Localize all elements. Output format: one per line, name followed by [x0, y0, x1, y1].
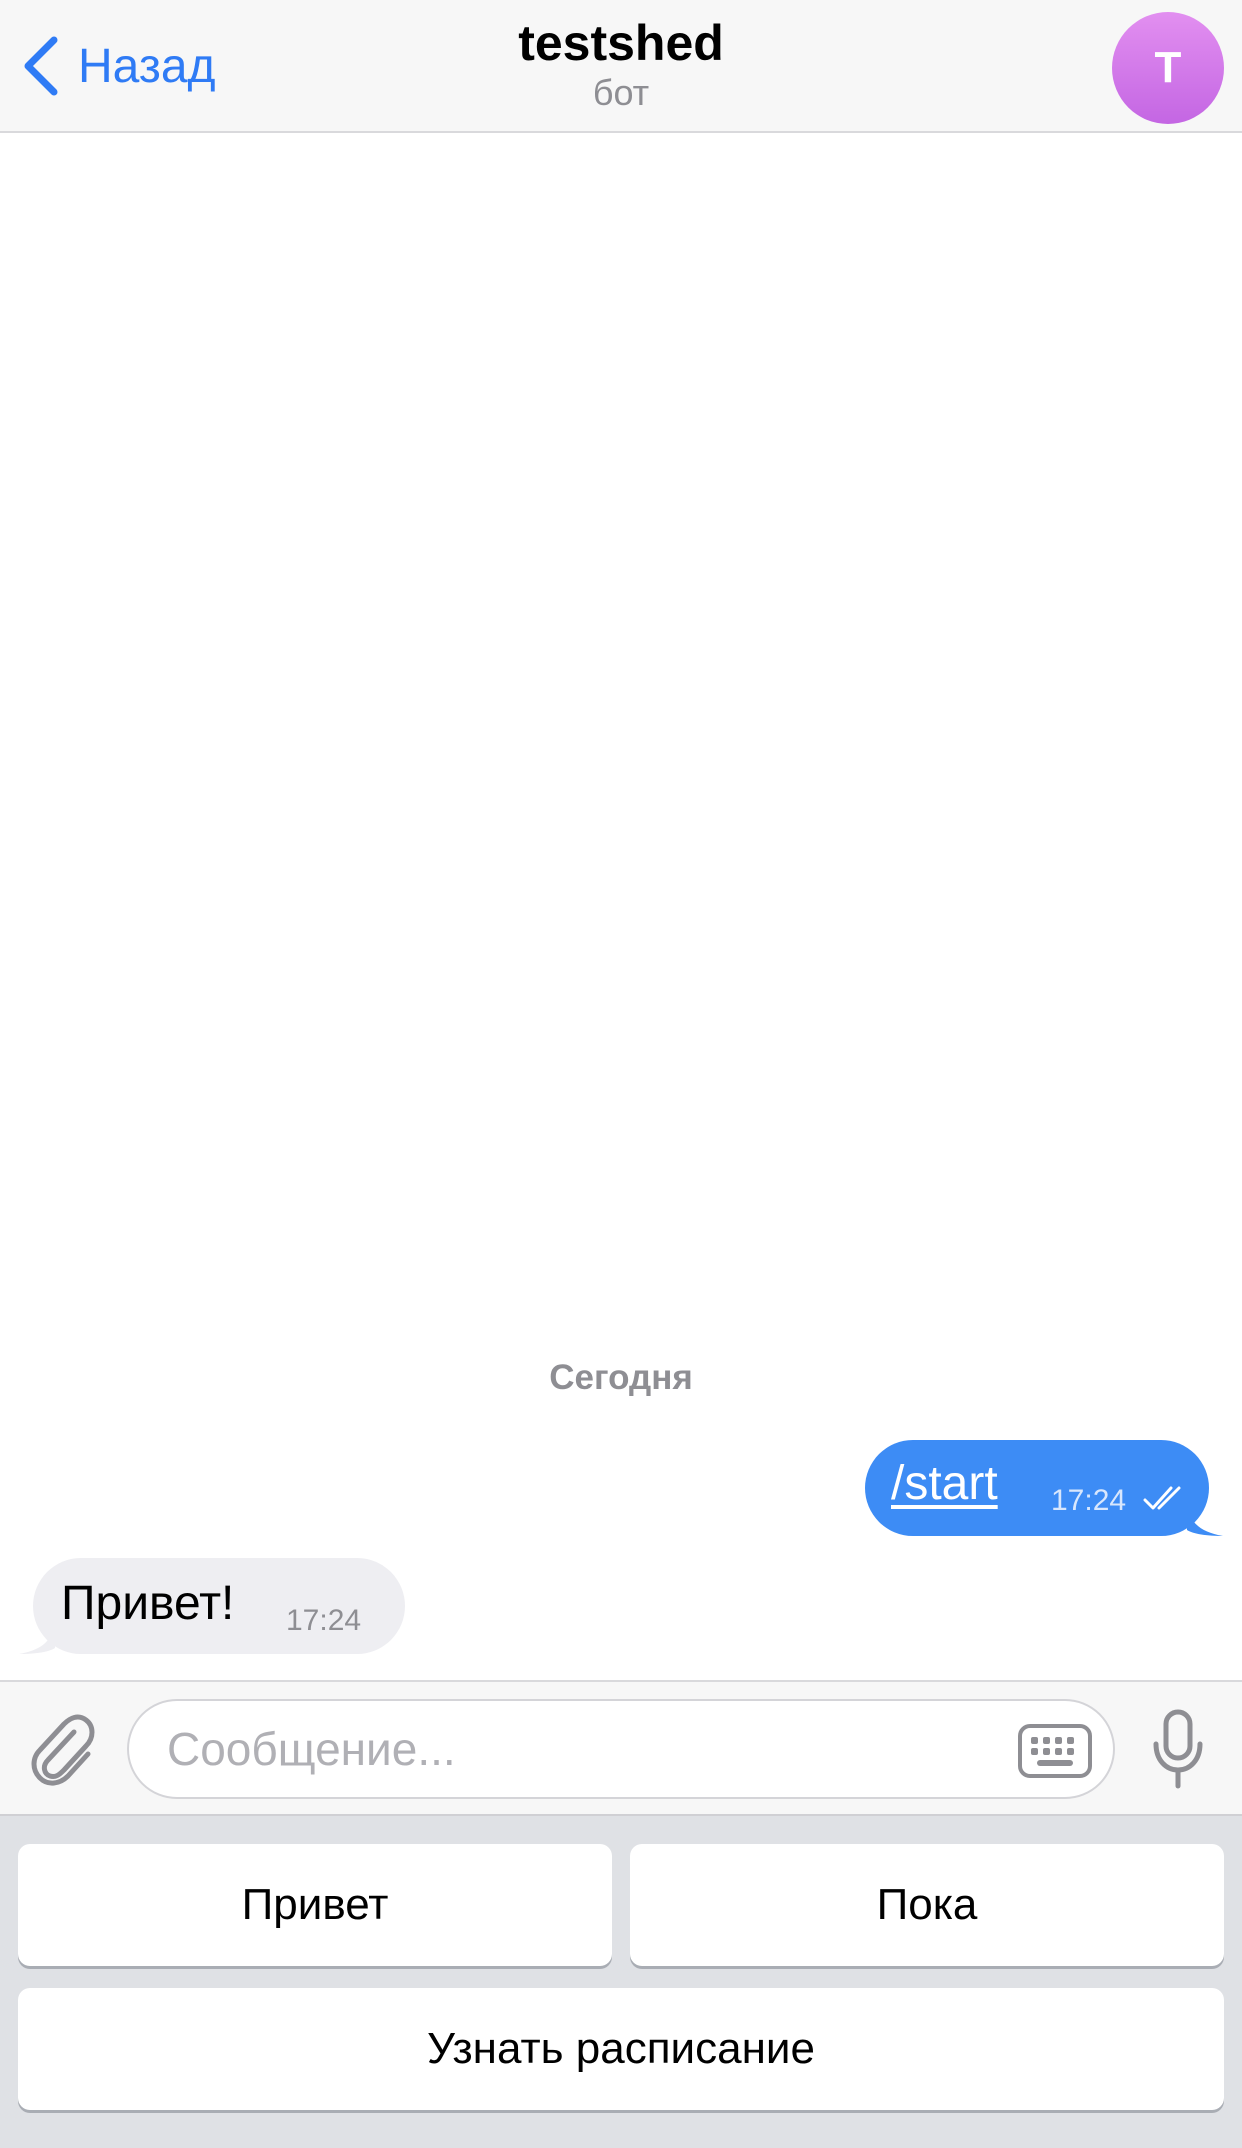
date-separator: Сегодня — [549, 1358, 693, 1397]
incoming-message[interactable]: Привет! 17:24 — [19, 1558, 405, 1654]
reply-keyboard: Привет Пока Узнать расписание — [0, 1816, 1242, 2148]
bubble-tail — [1187, 1506, 1223, 1536]
message-text[interactable]: /start — [891, 1456, 998, 1511]
double-check-icon — [1143, 1486, 1181, 1510]
message-list[interactable]: Сегодня /start 17:24 Привет! 17:24 — [0, 135, 1242, 1680]
message-time: 17:24 — [286, 1604, 362, 1637]
bubble-tail — [19, 1624, 55, 1654]
keyboard-icon[interactable] — [1017, 1723, 1093, 1779]
chat-subtitle: бот — [592, 72, 650, 113]
paperclip-icon[interactable] — [28, 1712, 98, 1788]
reply-button-privet[interactable]: Привет — [18, 1844, 612, 1966]
message-field[interactable] — [127, 1699, 1115, 1799]
avatar-letter: T — [1154, 43, 1182, 92]
message-time: 17:24 — [1051, 1484, 1127, 1517]
message-input[interactable] — [167, 1719, 1007, 1779]
reply-button-schedule[interactable]: Узнать расписание — [18, 1988, 1224, 2110]
message-composer — [0, 1680, 1242, 1816]
chat-title: testshed — [518, 15, 724, 71]
navigation-bar: Назад testshed бот T — [0, 0, 1242, 133]
chat-title-block[interactable]: testshed бот — [0, 14, 1242, 114]
chat-screen: Назад testshed бот T Сегодня /start 17:2… — [0, 0, 1242, 2148]
microphone-icon[interactable] — [1150, 1708, 1206, 1792]
avatar[interactable]: T — [1112, 12, 1224, 124]
reply-button-poka[interactable]: Пока — [630, 1844, 1224, 1966]
message-text: Привет! — [61, 1577, 235, 1630]
outgoing-message[interactable]: /start 17:24 — [865, 1440, 1223, 1536]
